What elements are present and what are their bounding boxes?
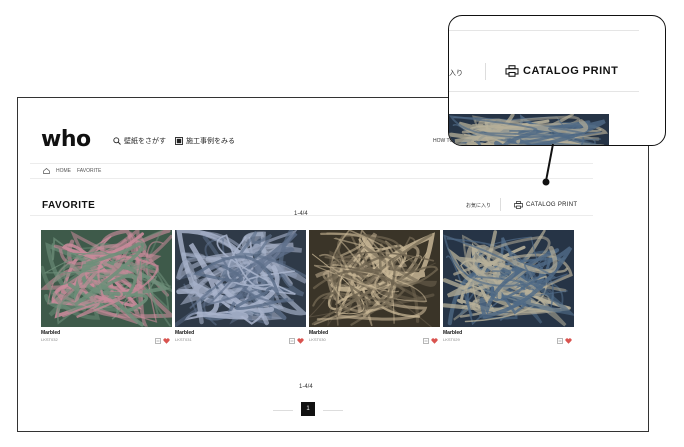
sample-icon[interactable]	[155, 338, 161, 344]
sample-icon[interactable]	[289, 338, 295, 344]
divider	[30, 163, 593, 164]
product-card[interactable]: Marbled LKST032	[41, 230, 172, 344]
divider	[500, 198, 501, 211]
divider	[485, 63, 486, 80]
product-card[interactable]: Marbled LKST030	[309, 230, 440, 344]
heart-icon[interactable]	[297, 338, 304, 344]
sample-icon[interactable]	[557, 338, 563, 344]
heart-icon[interactable]	[163, 338, 170, 344]
printer-icon	[505, 65, 519, 77]
product-image-zoomed	[449, 114, 609, 145]
product-card[interactable]: Marbled LKST031	[175, 230, 306, 344]
product-code: LKST030	[309, 337, 326, 342]
product-code: LKST029	[443, 337, 460, 342]
logo-text: who	[41, 127, 91, 152]
product-image[interactable]	[309, 230, 440, 327]
catalog-print-button[interactable]: CATALOG PRINT	[514, 201, 577, 209]
product-name: Marbled	[309, 330, 329, 336]
catalog-print-label-zoomed: CATALOG PRINT	[523, 65, 619, 77]
heart-icon[interactable]	[565, 338, 572, 344]
sample-icon[interactable]	[423, 338, 429, 344]
nav-cases-label: 施工事例をみる	[186, 138, 235, 145]
breadcrumb-current: FAVORITE	[77, 168, 102, 174]
logo[interactable]: who	[41, 127, 91, 152]
page-title: FAVORITE	[42, 200, 96, 211]
product-code: LKST031	[175, 337, 192, 342]
result-count-bottom: 1-4/4	[299, 384, 313, 390]
printer-icon	[514, 201, 523, 209]
pager-divider	[273, 410, 293, 411]
product-image[interactable]	[175, 230, 306, 327]
product-image[interactable]	[443, 230, 574, 327]
nav-search-label: 壁紙をさがす	[124, 138, 166, 145]
nav-search[interactable]: 壁紙をさがす	[113, 136, 166, 146]
heart-icon[interactable]	[431, 338, 438, 344]
zoom-callout: 入り CATALOG PRINT	[448, 15, 666, 146]
product-name: Marbled	[443, 330, 463, 336]
pager-divider	[323, 410, 343, 411]
page-frame: who 壁紙をさがす 施工事例をみる HOW TO HOME FAVORITE …	[17, 97, 649, 432]
catalog-print-label: CATALOG PRINT	[526, 202, 578, 208]
catalog-print-button-zoomed[interactable]: CATALOG PRINT	[505, 65, 618, 77]
breadcrumb-home[interactable]: HOME	[56, 168, 71, 174]
product-name: Marbled	[175, 330, 195, 336]
product-card[interactable]: Marbled LKST029	[443, 230, 574, 344]
product-image[interactable]	[41, 230, 172, 327]
nav-cases[interactable]: 施工事例をみる	[175, 136, 235, 146]
favorites-link-zoomed[interactable]: 入り	[449, 68, 463, 78]
product-code: LKST032	[41, 337, 58, 342]
favorites-link[interactable]: お気に入り	[466, 202, 491, 209]
divider	[30, 215, 593, 216]
divider	[449, 91, 639, 92]
page-1-button[interactable]: 1	[301, 402, 315, 416]
breadcrumb: HOME FAVORITE	[43, 168, 101, 174]
product-name: Marbled	[41, 330, 61, 336]
divider	[30, 178, 593, 179]
search-icon	[113, 137, 121, 145]
gallery-icon	[175, 137, 183, 145]
result-count: 1-4/4	[294, 211, 308, 217]
divider	[449, 30, 639, 31]
home-icon[interactable]	[43, 168, 50, 174]
